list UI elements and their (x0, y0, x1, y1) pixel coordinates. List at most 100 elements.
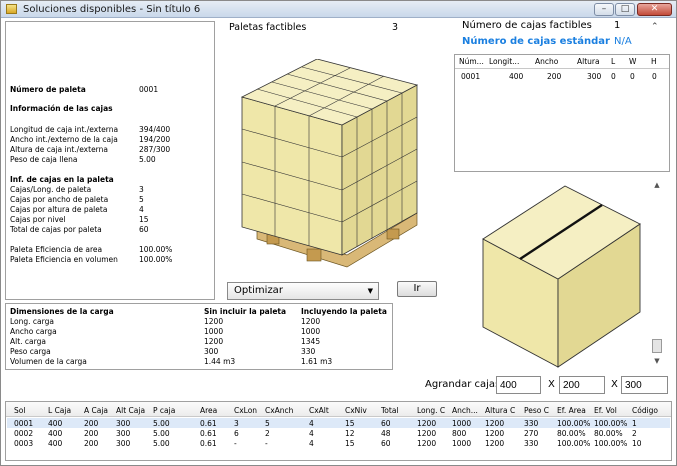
collapse-icon[interactable]: ⌃ (651, 22, 659, 32)
table-cell[interactable]: 60 (381, 419, 391, 428)
grow-width-input[interactable] (559, 376, 605, 394)
table-cell[interactable]: 4 (309, 419, 314, 428)
grid-cell-w[interactable]: 0 (630, 72, 635, 81)
table-cell[interactable]: 1000 (452, 439, 471, 448)
table-cell[interactable]: 200 (84, 439, 98, 448)
table-cell[interactable]: 200 (84, 429, 98, 438)
table-cell[interactable]: 400 (48, 429, 62, 438)
table-cell[interactable]: 15 (345, 439, 355, 448)
table-cell[interactable]: 80.00% (557, 429, 586, 438)
table-cell[interactable]: 300 (116, 429, 130, 438)
grid-cell-num[interactable]: 0001 (461, 72, 480, 81)
table-header-cell[interactable]: Alt Caja (116, 406, 145, 415)
table-cell[interactable]: 1200 (417, 429, 436, 438)
grid-header-length[interactable]: Longit... (489, 57, 519, 66)
table-cell[interactable]: 1200 (417, 439, 436, 448)
table-cell[interactable]: 5.00 (153, 419, 170, 428)
table-cell[interactable]: 200 (84, 419, 98, 428)
table-cell[interactable]: 1000 (452, 419, 471, 428)
scroll-thumb[interactable] (652, 339, 662, 353)
grid-cell-h[interactable]: 0 (652, 72, 657, 81)
box-view-scrollbar[interactable]: ▲ ▼ (651, 181, 663, 367)
grow-height-input[interactable] (621, 376, 668, 394)
table-cell[interactable]: 400 (48, 439, 62, 448)
table-header-cell[interactable]: Sol (14, 406, 25, 415)
table-header-cell[interactable]: Total (381, 406, 399, 415)
grid-header-width[interactable]: Ancho (535, 57, 558, 66)
table-cell[interactable]: 2 (265, 429, 270, 438)
optimize-combo[interactable]: Optimizar ▼ (227, 282, 379, 300)
table-cell[interactable]: 300 (116, 419, 130, 428)
table-cell[interactable]: 0003 (14, 439, 33, 448)
table-cell[interactable]: 1200 (485, 419, 504, 428)
table-header-cell[interactable]: Ef. Vol (594, 406, 617, 415)
table-cell[interactable]: - (234, 439, 237, 448)
grid-header-l[interactable]: L (611, 57, 615, 66)
table-header-cell[interactable]: CxAlt (309, 406, 329, 415)
table-cell[interactable]: 60 (381, 439, 391, 448)
table-cell[interactable]: 5 (265, 419, 270, 428)
table-cell[interactable]: 0002 (14, 429, 33, 438)
table-header-cell[interactable]: CxLon (234, 406, 257, 415)
table-header-cell[interactable]: CxNiv (345, 406, 367, 415)
grid-cell-width[interactable]: 200 (547, 72, 561, 81)
table-cell[interactable]: 5.00 (153, 439, 170, 448)
grow-length-input[interactable] (496, 376, 541, 394)
table-header-cell[interactable]: Altura C (485, 406, 515, 415)
table-header-cell[interactable]: P caja (153, 406, 175, 415)
table-cell[interactable]: 330 (524, 419, 538, 428)
table-cell[interactable]: 0.61 (200, 429, 217, 438)
table-cell[interactable]: 48 (381, 429, 391, 438)
grid-header-num[interactable]: Núm... (459, 57, 484, 66)
table-cell[interactable]: 12 (345, 429, 355, 438)
table-cell[interactable]: 4 (309, 439, 314, 448)
grid-cell-height[interactable]: 300 (587, 72, 601, 81)
table-cell[interactable]: 5.00 (153, 429, 170, 438)
table-cell[interactable]: 80.00% (594, 429, 623, 438)
minimize-button[interactable]: – (594, 3, 614, 16)
table-cell[interactable]: 0.61 (200, 439, 217, 448)
grid-cell-length[interactable]: 400 (509, 72, 523, 81)
table-cell[interactable]: 300 (116, 439, 130, 448)
boxes-per-length-label: Cajas/Long. de paleta (10, 185, 92, 194)
table-cell[interactable]: 1200 (485, 429, 504, 438)
table-cell[interactable]: 100.00% (557, 419, 590, 428)
table-cell[interactable]: 4 (309, 429, 314, 438)
table-header-cell[interactable]: Código (632, 406, 658, 415)
table-cell[interactable]: 10 (632, 439, 642, 448)
table-cell[interactable]: 330 (524, 439, 538, 448)
table-cell[interactable]: 0.61 (200, 419, 217, 428)
table-cell[interactable]: 1200 (485, 439, 504, 448)
table-header-cell[interactable]: A Caja (84, 406, 108, 415)
table-cell[interactable]: 400 (48, 419, 62, 428)
close-button[interactable]: ✕ (637, 3, 672, 16)
table-cell[interactable]: 100.00% (594, 419, 627, 428)
table-cell[interactable]: 1200 (417, 419, 436, 428)
scroll-down-icon[interactable]: ▼ (651, 357, 663, 367)
table-header-cell[interactable]: Anch... (452, 406, 478, 415)
table-cell[interactable]: 3 (234, 419, 239, 428)
table-header-cell[interactable]: L Caja (48, 406, 71, 415)
grid-header-h[interactable]: H (651, 57, 657, 66)
go-button[interactable]: Ir (397, 281, 437, 297)
table-header-cell[interactable]: CxAnch (265, 406, 293, 415)
table-cell[interactable]: 6 (234, 429, 239, 438)
table-cell[interactable]: 800 (452, 429, 466, 438)
table-cell[interactable]: 100.00% (557, 439, 590, 448)
table-cell[interactable]: 1 (632, 419, 637, 428)
table-header-cell[interactable]: Area (200, 406, 217, 415)
table-header-cell[interactable]: Peso C (524, 406, 549, 415)
table-cell[interactable]: 100.00% (594, 439, 627, 448)
table-cell[interactable]: 0001 (14, 419, 33, 428)
maximize-button[interactable]: □ (615, 3, 635, 16)
table-cell[interactable]: - (265, 439, 268, 448)
grid-header-height[interactable]: Altura (577, 57, 600, 66)
grid-header-w[interactable]: W (629, 57, 636, 66)
table-cell[interactable]: 15 (345, 419, 355, 428)
table-header-cell[interactable]: Ef. Area (557, 406, 586, 415)
scroll-up-icon[interactable]: ▲ (651, 181, 663, 191)
table-cell[interactable]: 270 (524, 429, 538, 438)
table-cell[interactable]: 2 (632, 429, 637, 438)
table-header-cell[interactable]: Long. C (417, 406, 445, 415)
grid-cell-l[interactable]: 0 (611, 72, 616, 81)
